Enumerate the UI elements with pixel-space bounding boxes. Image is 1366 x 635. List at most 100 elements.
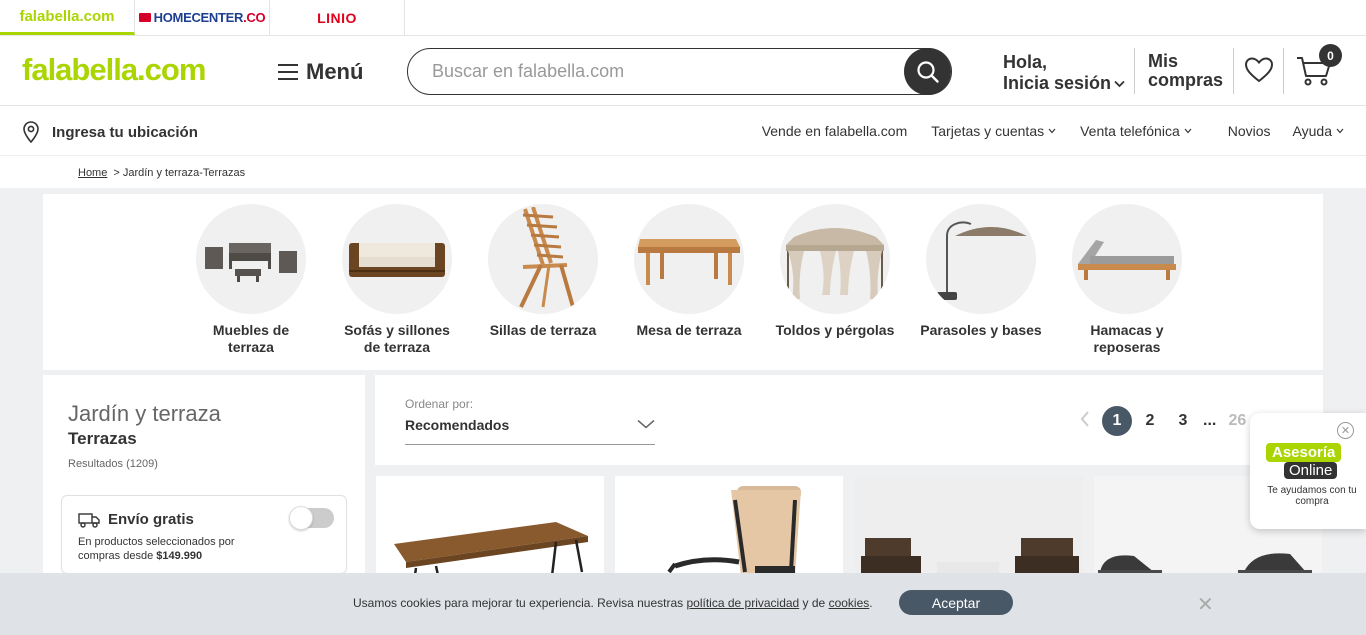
chat-widget[interactable]: ✕ Asesoría Online Te ayudamos con tu com… xyxy=(1250,413,1366,529)
free-shipping-toggle[interactable] xyxy=(289,506,334,530)
category-image-toldos xyxy=(780,204,890,314)
cookie-banner: Usamos cookies para mejorar tu experienc… xyxy=(0,573,1366,635)
category-image-muebles xyxy=(196,204,306,314)
header-divider xyxy=(1134,48,1135,94)
category-title: Jardín y terraza xyxy=(68,401,221,426)
category-label: Mesa de terraza xyxy=(636,322,742,338)
nav-novios-label: Novios xyxy=(1227,123,1271,139)
search-button[interactable] xyxy=(904,48,951,95)
search-input[interactable] xyxy=(408,61,888,82)
category-sofas[interactable]: Sofás y sillones de terraza xyxy=(324,204,470,356)
wooden-table-image xyxy=(638,239,740,285)
close-icon[interactable]: ✕ xyxy=(1197,592,1214,617)
cookie-text: y de xyxy=(799,596,829,610)
nav-sell[interactable]: Vende en falabella.com xyxy=(762,123,908,139)
greeting-line1: Hola, xyxy=(1003,52,1048,72)
category-toldos[interactable]: Toldos y pérgolas xyxy=(762,204,908,339)
toggle-knob xyxy=(289,506,313,530)
category-image-sillas xyxy=(488,204,598,314)
category-hamacas[interactable]: Hamacas y reposeras xyxy=(1054,204,1200,356)
free-shipping-description: En productos seleccionados por compras d… xyxy=(78,535,268,563)
breadcrumb-home[interactable]: Home xyxy=(78,167,107,179)
cookies-policy-link[interactable]: cookies xyxy=(829,596,870,610)
homecenter-name: HOMECENTER xyxy=(153,10,244,25)
results-count: Resultados (1209) xyxy=(68,458,158,470)
orders-line1: Mis xyxy=(1148,51,1179,71)
brand-tab-falabella[interactable]: falabella.com xyxy=(0,0,135,35)
header-divider xyxy=(1233,48,1234,94)
homecenter-suffix: .CO xyxy=(243,10,266,25)
header-divider xyxy=(1283,48,1284,94)
menu-button[interactable]: Menú xyxy=(278,59,363,85)
breadcrumb-current[interactable]: > Jardín y terraza-Terrazas xyxy=(113,167,245,179)
category-parasoles[interactable]: Parasoles y bases xyxy=(908,204,1054,339)
nav-phone-label: Venta telefónica xyxy=(1080,123,1180,139)
nav-phone-sales[interactable]: Venta telefónica xyxy=(1080,123,1192,139)
page-3[interactable]: 3 xyxy=(1168,406,1198,436)
wooden-chair-image xyxy=(519,207,575,308)
category-muebles[interactable]: Muebles de terraza xyxy=(178,204,324,356)
wicker-sofa-image xyxy=(349,243,445,277)
subcategory-carousel: Muebles de terraza Sofás y sillones de ter… xyxy=(43,194,1323,370)
accept-cookies-button[interactable]: Aceptar xyxy=(899,590,1013,615)
chevron-down-icon xyxy=(1048,128,1056,134)
location-selector[interactable]: Ingresa tu ubicación xyxy=(22,121,198,143)
nav-novios[interactable]: Novios xyxy=(1228,123,1271,139)
cookie-text: Usamos cookies para mejorar tu experienc… xyxy=(353,596,687,610)
brand-homecenter-logo: HOMECENTER.CO xyxy=(154,10,266,25)
location-label: Ingresa tu ubicación xyxy=(52,123,198,141)
page-1[interactable]: 1 xyxy=(1102,406,1132,436)
sort-selected-value: Recomendados xyxy=(405,417,510,433)
nav-help-label: Ayuda xyxy=(1292,123,1332,139)
login-menu[interactable]: Hola, Inicia sesión xyxy=(1003,52,1125,94)
nav-help[interactable]: Ayuda xyxy=(1293,123,1344,139)
category-label: Sillas de terraza xyxy=(489,322,597,338)
category-label: reposeras xyxy=(1093,339,1161,355)
main-header: falabella.com Menú Hola, Inicia sesión M… xyxy=(0,36,1366,106)
cookie-text: . xyxy=(869,596,873,610)
page-2[interactable]: 2 xyxy=(1135,406,1165,436)
category-image-mesa xyxy=(634,204,744,314)
search-icon xyxy=(916,60,939,83)
chevron-down-icon xyxy=(1114,80,1125,87)
category-image-hamacas xyxy=(1072,204,1182,314)
page-last[interactable]: 26 xyxy=(1222,406,1252,436)
cart-count-badge: 0 xyxy=(1319,44,1342,67)
chat-bubble-online: Online xyxy=(1284,462,1338,479)
category-label: Hamacas y xyxy=(1090,322,1164,338)
brand-linio-logo: LINIO xyxy=(317,9,357,26)
patio-furniture-image xyxy=(205,243,297,282)
free-shipping-title: Envío gratis xyxy=(108,511,194,528)
page-ellipsis: ... xyxy=(1203,412,1217,429)
nav-cards[interactable]: Tarjetas y cuentas xyxy=(931,123,1056,139)
nav-sell-label: Vende en falabella.com xyxy=(761,123,908,139)
sort-dropdown[interactable]: Recomendados xyxy=(405,417,655,445)
category-mesa[interactable]: Mesa de terraza xyxy=(616,204,762,339)
lounger-image xyxy=(1078,240,1176,280)
category-label: de terraza xyxy=(363,339,431,355)
category-subtitle: Terrazas xyxy=(68,429,137,448)
falabella-logo[interactable]: falabella.com xyxy=(22,52,206,88)
gazebo-image xyxy=(786,228,884,299)
sort-pagination-bar: Ordenar por: Recomendados 1 2 3 ... 26 xyxy=(375,375,1323,465)
brand-strip: falabella.com HOMECENTER.CO LINIO xyxy=(0,0,1366,36)
close-icon[interactable]: ✕ xyxy=(1337,422,1354,439)
category-image-sofas xyxy=(342,204,452,314)
free-shipping-threshold: $149.990 xyxy=(156,550,203,562)
cookie-message: Usamos cookies para mejorar tu experienc… xyxy=(353,596,873,610)
location-bar: Ingresa tu ubicación Vende en falabella.… xyxy=(0,106,1366,156)
brand-tab-homecenter[interactable]: HOMECENTER.CO xyxy=(135,0,270,35)
homecenter-house-icon xyxy=(138,13,151,22)
heart-icon xyxy=(1244,57,1274,83)
brand-tab-linio[interactable]: LINIO xyxy=(270,0,405,35)
brand-falabella-logo: falabella.com xyxy=(19,7,115,25)
my-orders-link[interactable]: Mis compras xyxy=(1148,52,1223,90)
category-sillas[interactable]: Sillas de terraza xyxy=(470,204,616,339)
privacy-policy-link[interactable]: política de privacidad xyxy=(686,596,799,610)
chevron-left-icon[interactable] xyxy=(1080,410,1090,432)
category-label: Muebles de xyxy=(212,322,290,338)
location-pin-icon xyxy=(23,121,39,143)
chevron-down-icon xyxy=(1336,128,1344,134)
wishlist-button[interactable] xyxy=(1244,56,1274,89)
category-label: Parasoles y bases xyxy=(920,322,1042,338)
